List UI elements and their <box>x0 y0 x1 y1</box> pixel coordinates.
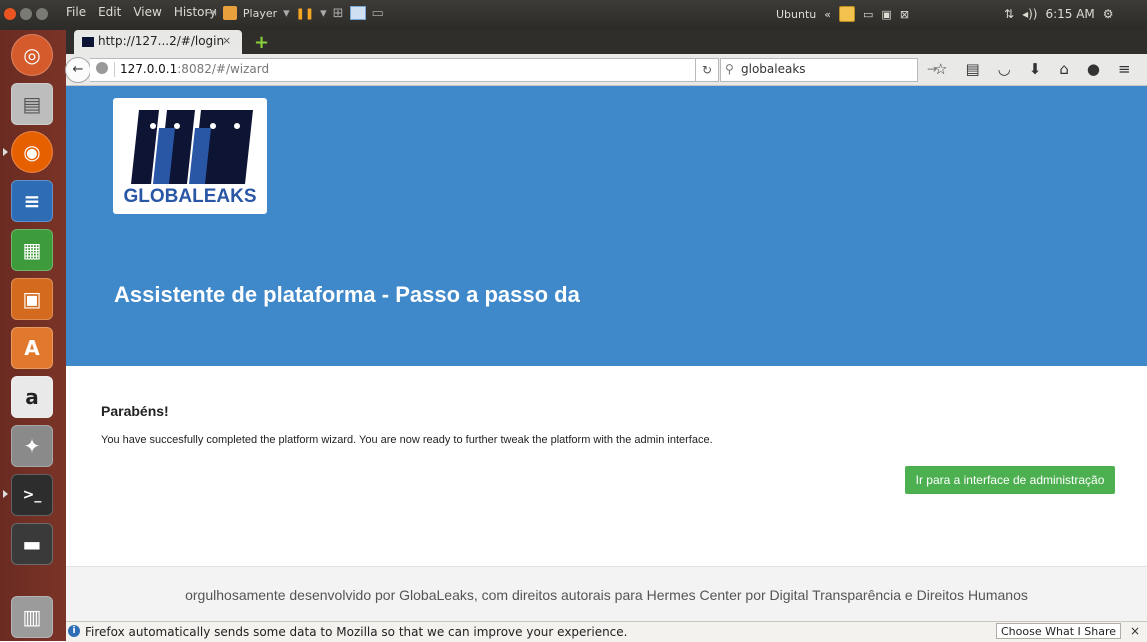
calc-icon[interactable]: ▦ <box>11 229 53 271</box>
software-center-icon[interactable]: A <box>11 327 53 369</box>
wizard-complete-panel: Parabéns! You have succesfully completed… <box>66 366 1147 566</box>
active-indicator <box>3 490 8 498</box>
menu-bar: File Edit View History <box>60 0 223 22</box>
download-icon[interactable]: ⬇ <box>1029 60 1042 78</box>
tab-title: http://127...2/#/login <box>98 34 225 48</box>
info-icon: i <box>68 625 80 637</box>
writer-icon[interactable]: ≡ <box>11 180 53 222</box>
minimize-icon[interactable]: ▭ <box>863 8 873 21</box>
url-bar[interactable]: 127.0.0.1:8082/#/wizard <box>90 58 716 82</box>
pause-icon[interactable]: ❚❚ <box>296 7 314 20</box>
url-text: 127.0.0.1:8082/#/wizard <box>120 62 269 76</box>
indicator-mid: Ubuntu « ▭ ▣ ⊠ <box>776 3 909 25</box>
trash-icon[interactable]: ▥ <box>11 596 53 638</box>
system-indicators: ⇅ ◂)) 6:15 AM ⚙ <box>1004 3 1114 25</box>
settings-gear-icon[interactable]: ⚙ <box>1103 7 1114 21</box>
network-icon[interactable]: ⊞ <box>333 6 344 21</box>
bookmark-star-icon[interactable]: ☆ <box>934 60 947 78</box>
tab-close-icon[interactable]: × <box>222 34 231 47</box>
nav-icons: ☆ ▤ ◡ ⬇ ⌂ ● ≡ <box>934 60 1131 78</box>
clock[interactable]: 6:15 AM <box>1045 7 1094 21</box>
unity-launcher: ◎ ▤ ◉ ≡ ▦ ▣ A a ✦ >_ ▬ ▥ <box>0 30 66 641</box>
choose-what-i-share-button[interactable]: Choose What I Share <box>996 623 1121 639</box>
page-title: Assistente de plataforma - Passo a passo… <box>114 282 580 307</box>
home-icon[interactable]: ⌂ <box>1059 60 1069 78</box>
active-indicator <box>3 148 8 156</box>
indicator-toolbar: ⇥ Player ▾ ❚❚ ▾ ⊞ ▭ <box>206 2 384 24</box>
search-icon: ⚲ <box>725 62 734 76</box>
player-label[interactable]: Player <box>243 7 277 20</box>
restore-icon[interactable]: ▣ <box>881 8 891 21</box>
pocket-icon[interactable]: ◡ <box>998 60 1011 78</box>
congrats-heading: Parabéns! <box>101 403 169 419</box>
search-input[interactable]: ⚲ globaleaks → <box>720 58 937 82</box>
top-panel: File Edit View History ⇥ Player ▾ ❚❚ ▾ ⊞… <box>0 0 1147 30</box>
tab-strip: http://127...2/#/login × + <box>66 30 1147 54</box>
logo-graphic: GLOBALEAKS <box>124 110 257 207</box>
window-minimize-button[interactable] <box>20 8 32 20</box>
footer: orgulhosamente desenvolvido por GlobaLea… <box>66 566 1147 621</box>
volume-icon[interactable]: ◂)) <box>1022 7 1037 21</box>
firefox-icon[interactable]: ◉ <box>11 131 53 173</box>
notification-bar: i Firefox automatically sends some data … <box>66 621 1147 642</box>
new-tab-icon[interactable]: + <box>254 32 269 53</box>
window-close-button[interactable] <box>4 8 16 20</box>
logo-text: GLOBALEAKS <box>124 186 257 207</box>
impress-icon[interactable]: ▣ <box>11 278 53 320</box>
ubuntu-dash-icon[interactable]: ◎ <box>11 34 53 76</box>
page-content: GLOBALEAKS Assistente de plataforma - Pa… <box>66 86 1147 621</box>
hero-banner: GLOBALEAKS Assistente de plataforma - Pa… <box>66 86 1147 366</box>
search-value: globaleaks <box>741 62 806 76</box>
globaleaks-favicon-icon <box>82 37 94 47</box>
go-to-admin-button[interactable]: Ir para a interface de administração <box>905 466 1115 494</box>
completion-message: You have succesfully completed the platf… <box>101 434 713 446</box>
url-separator <box>114 62 115 77</box>
url-path: :8082/#/wizard <box>177 62 270 76</box>
back-button[interactable]: ← <box>65 57 91 83</box>
chevron-down-icon[interactable]: ▾ <box>283 6 290 21</box>
menu-file[interactable]: File <box>60 0 92 22</box>
save-disk-icon[interactable]: ▬ <box>11 523 53 565</box>
pin-icon[interactable]: ⇥ <box>206 6 217 21</box>
nav-bar: ← 127.0.0.1:8082/#/wizard ↻ ⚲ globaleaks… <box>65 54 1147 86</box>
fullscreen-icon[interactable] <box>349 6 366 20</box>
ubuntu-label[interactable]: Ubuntu <box>776 8 816 21</box>
close-icon[interactable]: ⊠ <box>900 8 909 21</box>
chat-icon[interactable]: ● <box>1087 60 1100 78</box>
double-chevron-icon[interactable]: « <box>824 8 831 21</box>
notification-text: Firefox automatically sends some data to… <box>85 625 628 639</box>
reload-icon[interactable]: ↻ <box>695 58 719 82</box>
window-maximize-button[interactable] <box>36 8 48 20</box>
url-host: 127.0.0.1 <box>120 62 178 76</box>
player-icon[interactable] <box>222 6 237 20</box>
folder-icon[interactable] <box>839 6 855 22</box>
network-arrows-icon[interactable]: ⇅ <box>1004 7 1014 21</box>
chevron-down-icon[interactable]: ▾ <box>320 6 327 21</box>
system-settings-icon[interactable]: ✦ <box>11 425 53 467</box>
terminal-icon[interactable]: >_ <box>11 474 53 516</box>
menu-view[interactable]: View <box>127 0 167 22</box>
globaleaks-logo: GLOBALEAKS <box>113 98 267 214</box>
globe-icon <box>96 62 108 74</box>
tab-login[interactable]: http://127...2/#/login × <box>74 30 242 54</box>
amazon-icon[interactable]: a <box>11 376 53 418</box>
files-icon[interactable]: ▤ <box>11 83 53 125</box>
notification-close-icon[interactable]: × <box>1130 624 1140 638</box>
window-icon[interactable]: ▭ <box>372 6 384 21</box>
menu-edit[interactable]: Edit <box>92 0 127 22</box>
footer-text: orgulhosamente desenvolvido por GlobaLea… <box>185 587 1028 603</box>
hamburger-menu-icon[interactable]: ≡ <box>1118 60 1131 78</box>
reading-list-icon[interactable]: ▤ <box>965 60 979 78</box>
